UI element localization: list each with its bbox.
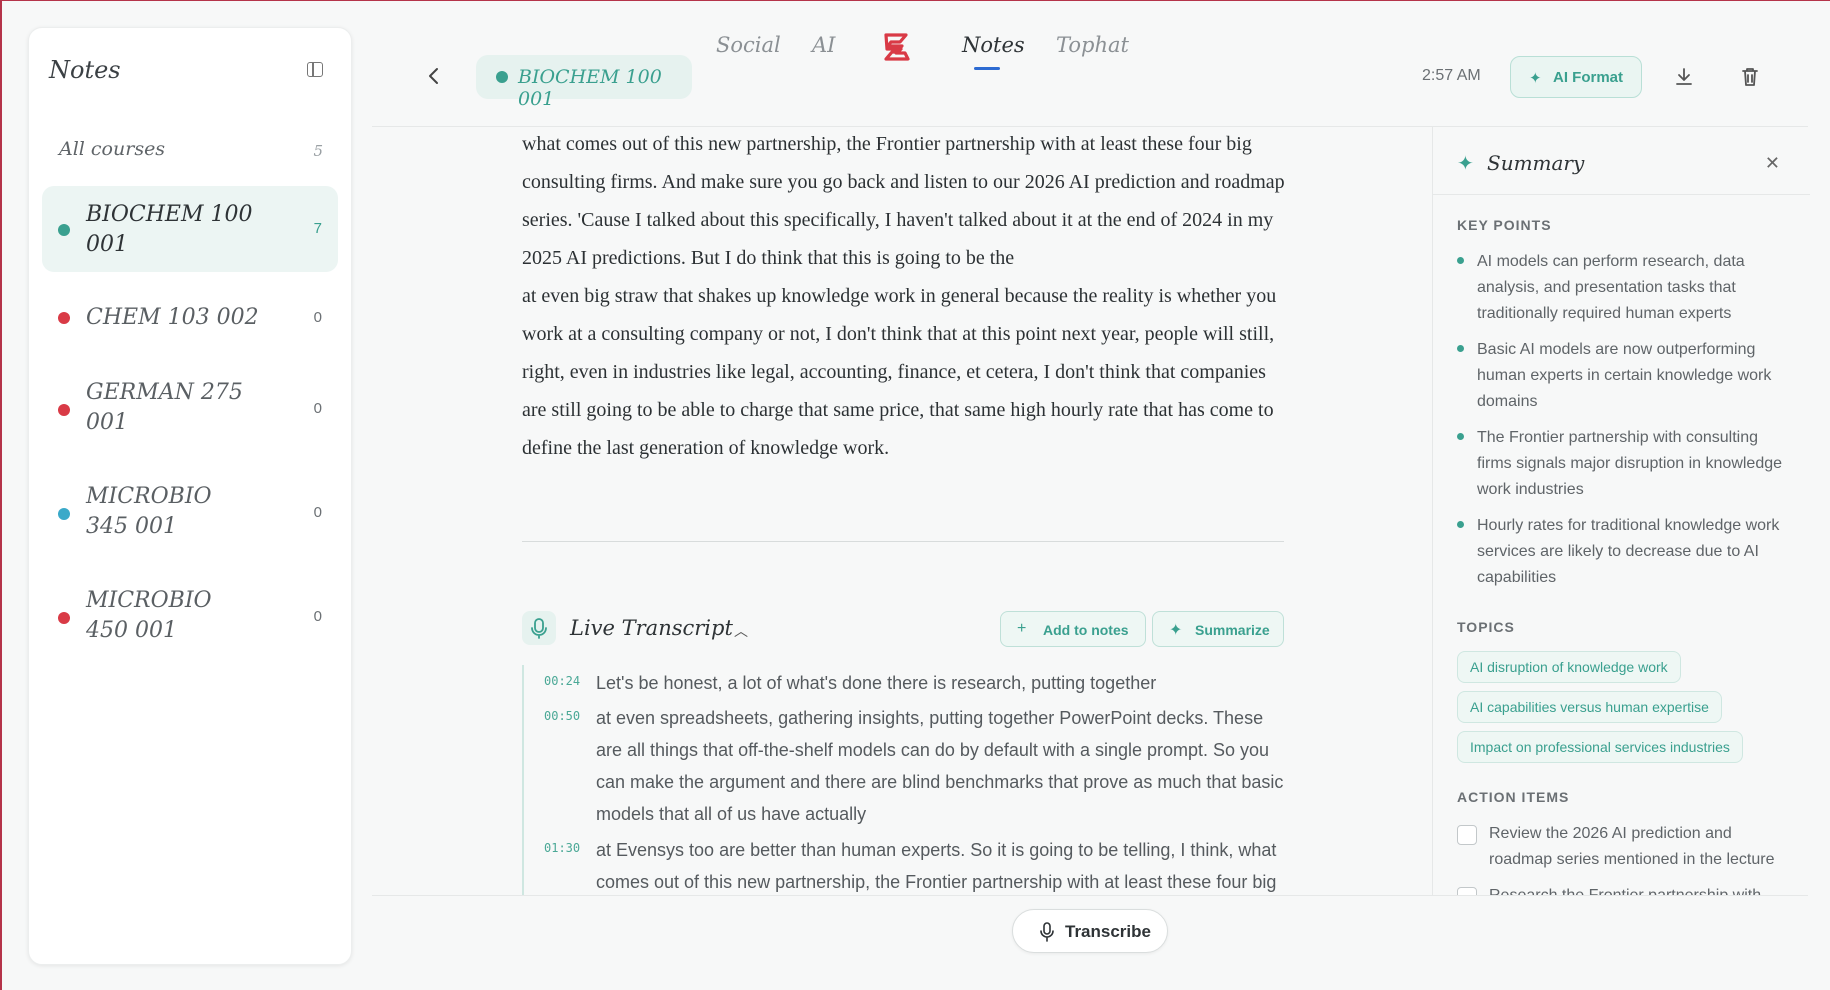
add-to-notes-label: Add to notes bbox=[1043, 622, 1129, 638]
all-courses-label: All courses bbox=[59, 138, 166, 160]
course-item-german-275[interactable]: GERMAN 275 001 0 bbox=[42, 364, 338, 450]
summary-title: Summary bbox=[1487, 151, 1585, 175]
course-item-chem-103[interactable]: CHEM 103 002 0 bbox=[42, 288, 338, 348]
microphone-icon bbox=[522, 611, 556, 645]
course-name: GERMAN 275 001 bbox=[86, 380, 243, 435]
download-icon[interactable] bbox=[1672, 65, 1696, 89]
sparkle-icon: ✦ bbox=[1169, 622, 1183, 639]
nav-social[interactable]: Social bbox=[716, 33, 781, 57]
key-point-text: Hourly rates for traditional knowledge w… bbox=[1477, 517, 1780, 586]
summarize-button[interactable]: ✦ Summarize bbox=[1152, 611, 1284, 647]
summary-panel: ✦ Summary ✕ KEY POINTS AI models can per… bbox=[1432, 127, 1810, 895]
nav-ai[interactable]: AI bbox=[812, 33, 835, 57]
sidebar-toggle-icon[interactable] bbox=[307, 62, 323, 77]
course-color-dot bbox=[58, 508, 70, 520]
course-sidebar: Notes All courses 5 BIOCHEM 100 001 7 CH… bbox=[28, 27, 352, 965]
note-editor[interactable]: what comes out of this new partnership, … bbox=[522, 125, 1292, 467]
summary-header: ✦ Summary ✕ bbox=[1433, 127, 1810, 195]
transcript-text: at Evensys too are better than human exp… bbox=[596, 840, 1277, 892]
footer-divider bbox=[372, 895, 1808, 896]
transcript-timestamp: 00:50 bbox=[544, 709, 581, 723]
course-name: CHEM 103 002 bbox=[86, 305, 259, 330]
bullet-dot bbox=[1457, 257, 1464, 264]
transcript-text: at even spreadsheets, gathering insights… bbox=[596, 708, 1284, 824]
sparkle-icon: ✦ bbox=[1457, 153, 1474, 175]
course-name: BIOCHEM 100 001 bbox=[86, 202, 253, 257]
note-end-divider bbox=[522, 541, 1284, 542]
transcript-timestamp: 00:24 bbox=[544, 674, 581, 688]
bullet-dot bbox=[1457, 433, 1464, 440]
current-course-label: BIOCHEM 100 001 bbox=[518, 66, 662, 110]
action-item-text: Research the Frontier partnership with bbox=[1489, 883, 1799, 895]
live-transcript-title: Live Transcript bbox=[570, 616, 733, 640]
add-to-notes-button[interactable]: + Add to notes bbox=[1000, 611, 1146, 647]
course-item-microbio-345[interactable]: MICROBIO 345 001 0 bbox=[42, 468, 338, 554]
course-count: 0 bbox=[313, 504, 322, 521]
sidebar-title: Notes bbox=[49, 56, 121, 84]
course-count: 0 bbox=[313, 400, 322, 417]
bullet-dot bbox=[1457, 345, 1464, 352]
sparkle-icon: ✦ bbox=[1529, 70, 1542, 87]
topic-chip[interactable]: Impact on professional services industri… bbox=[1457, 731, 1743, 763]
back-arrow-icon[interactable] bbox=[422, 64, 446, 88]
plus-icon: + bbox=[1017, 620, 1027, 637]
live-transcript-header: Live Transcript ︿ + Add to notes ✦ Summa… bbox=[522, 611, 1284, 647]
course-item-biochem-100[interactable]: BIOCHEM 100 001 7 bbox=[42, 186, 338, 272]
current-course-pill[interactable]: BIOCHEM 100 001 bbox=[476, 55, 692, 110]
note-paragraph: what comes out of this new partnership, … bbox=[522, 133, 1285, 269]
course-color-dot bbox=[58, 224, 70, 236]
all-courses-item[interactable]: All courses 5 bbox=[59, 138, 323, 168]
bullet-dot bbox=[1457, 521, 1464, 528]
ai-format-label: AI Format bbox=[1553, 69, 1624, 86]
action-items-heading: ACTION ITEMS bbox=[1457, 789, 1570, 805]
transcript-text: Let's be honest, a lot of what's done th… bbox=[596, 673, 1157, 693]
course-color-dot bbox=[58, 612, 70, 624]
action-item-checkbox[interactable] bbox=[1457, 887, 1477, 895]
course-name: MICROBIO 450 001 bbox=[86, 588, 212, 643]
transcribe-button[interactable]: Transcribe bbox=[1012, 909, 1168, 953]
nav-tophat[interactable]: Tophat bbox=[1056, 33, 1129, 57]
transcribe-label: Transcribe bbox=[1065, 922, 1151, 941]
key-point-text: AI models can perform research, data ana… bbox=[1477, 253, 1745, 322]
microphone-icon bbox=[1039, 922, 1055, 942]
ai-format-button[interactable]: ✦ AI Format bbox=[1510, 56, 1642, 98]
topics-heading: TOPICS bbox=[1457, 619, 1515, 635]
course-color-dot bbox=[496, 71, 508, 83]
close-icon[interactable]: ✕ bbox=[1765, 153, 1780, 174]
course-color-dot bbox=[58, 404, 70, 416]
transcript-list[interactable]: 00:24 Let's be honest, a lot of what's d… bbox=[522, 665, 1284, 895]
course-count: 0 bbox=[313, 608, 322, 625]
nav-active-underline bbox=[974, 67, 1000, 70]
trash-icon[interactable] bbox=[1738, 65, 1762, 89]
brand-logo-icon[interactable] bbox=[878, 29, 914, 65]
course-count: 0 bbox=[313, 309, 322, 326]
key-point-text: The Frontier partnership with consulting… bbox=[1477, 429, 1783, 498]
key-point-text: Basic AI models are now outperforming hu… bbox=[1477, 341, 1772, 410]
chevron-up-icon[interactable]: ︿ bbox=[734, 621, 748, 641]
topic-chip[interactable]: AI capabilities versus human expertise bbox=[1457, 691, 1722, 723]
action-item-checkbox[interactable] bbox=[1457, 825, 1477, 845]
transcript-timestamp: 01:30 bbox=[544, 841, 581, 855]
course-color-dot bbox=[58, 312, 70, 324]
note-time: 2:57 AM bbox=[1422, 67, 1481, 84]
nav-notes[interactable]: Notes bbox=[962, 33, 1025, 57]
topic-chip[interactable]: AI disruption of knowledge work bbox=[1457, 651, 1681, 683]
all-courses-count: 5 bbox=[313, 142, 323, 160]
course-item-microbio-450[interactable]: MICROBIO 450 001 0 bbox=[42, 572, 338, 658]
note-paragraph: at even big straw that shakes up knowled… bbox=[522, 285, 1277, 459]
sidebar-header: Notes bbox=[49, 50, 331, 90]
key-points-heading: KEY POINTS bbox=[1457, 217, 1552, 233]
action-item-text: Review the 2026 AI prediction and roadma… bbox=[1489, 825, 1775, 868]
course-name: MICROBIO 345 001 bbox=[86, 484, 212, 539]
summarize-label: Summarize bbox=[1195, 622, 1270, 638]
course-count: 7 bbox=[313, 220, 322, 237]
